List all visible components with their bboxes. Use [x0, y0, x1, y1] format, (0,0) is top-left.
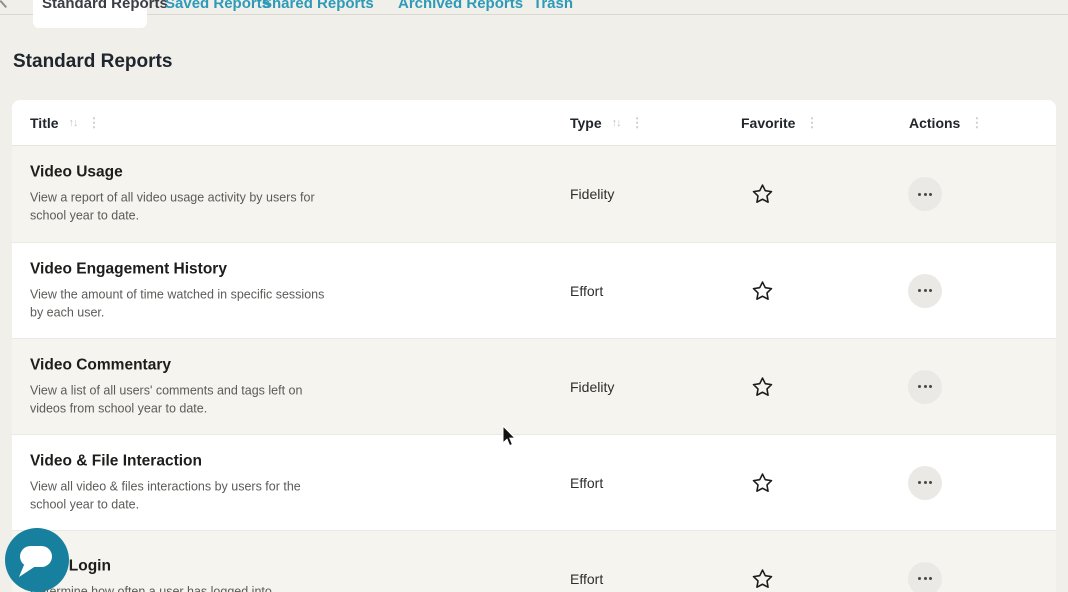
report-info: Video Commentary View a list of all user…	[30, 356, 340, 417]
report-type: Effort	[570, 570, 604, 587]
tab-saved-reports[interactable]: Saved Reports	[165, 0, 270, 14]
tab-trash[interactable]: Trash	[533, 0, 573, 14]
star-outline-icon	[752, 376, 773, 396]
column-menu-icon[interactable]: ⋮	[970, 115, 983, 131]
column-menu-icon[interactable]: ⋮	[805, 115, 818, 131]
chat-bubble-icon	[19, 546, 52, 577]
column-label-title: Title	[30, 115, 59, 131]
standard-reports-page: Standard Reports Saved Reports Shared Re…	[0, 0, 1068, 592]
corner-mark	[0, 0, 8, 8]
favorite-star-button[interactable]	[752, 568, 773, 589]
column-header-title[interactable]: Title ↑↓ ⋮	[30, 100, 101, 146]
report-type: Fidelity	[570, 186, 615, 202]
report-type: Effort	[570, 474, 604, 491]
column-menu-icon[interactable]: ⋮	[88, 115, 101, 131]
report-info: Video Engagement History View the amount…	[30, 260, 340, 321]
report-type: Fidelity	[570, 378, 615, 395]
table-row: Video & File Interaction View all video …	[12, 434, 1056, 530]
table-row: Video Engagement History View the amount…	[12, 242, 1056, 338]
reports-table: Title ↑↓ ⋮ Type ↑↓ ⋮ Favorite ⋮ Actions …	[12, 100, 1056, 592]
row-actions-button[interactable]	[908, 177, 942, 211]
favorite-star-button[interactable]	[752, 184, 773, 205]
table-header: Title ↑↓ ⋮ Type ↑↓ ⋮ Favorite ⋮ Actions …	[12, 100, 1056, 146]
favorite-star-button[interactable]	[752, 376, 773, 397]
row-actions-button[interactable]	[908, 561, 942, 592]
report-description: View all video & files interactions by u…	[30, 479, 301, 511]
tab-standard-reports[interactable]: Standard Reports	[42, 0, 168, 14]
tab-shared-reports[interactable]: Shared Reports	[262, 0, 374, 14]
sort-icon[interactable]: ↑↓	[612, 117, 622, 129]
report-info: Video Usage View a report of all video u…	[30, 164, 340, 225]
tabbar-divider	[0, 14, 1068, 15]
favorite-star-button[interactable]	[752, 280, 773, 301]
column-label-type: Type	[570, 115, 602, 131]
row-actions-button[interactable]	[908, 369, 942, 404]
favorite-star-button[interactable]	[752, 472, 773, 493]
table-row: Video Commentary View a list of all user…	[12, 338, 1056, 434]
column-header-type[interactable]: Type ↑↓ ⋮	[570, 100, 644, 146]
star-outline-icon	[752, 472, 773, 492]
column-label-favorite: Favorite	[741, 115, 796, 131]
report-description: View a report of all video usage activit…	[30, 190, 315, 223]
report-type: Effort	[570, 282, 604, 299]
report-description: View the amount of time watched in speci…	[30, 287, 325, 319]
report-title[interactable]: Video Usage	[30, 164, 340, 182]
chat-launcher-button[interactable]	[5, 528, 69, 592]
sort-icon[interactable]: ↑↓	[69, 117, 79, 129]
star-outline-icon	[752, 184, 773, 203]
row-actions-button[interactable]	[908, 273, 942, 308]
tab-archived-reports[interactable]: Archived Reports	[398, 0, 523, 14]
row-actions-button[interactable]	[908, 465, 942, 500]
report-title[interactable]: Video & File Interaction	[30, 452, 340, 470]
report-description: View a list of all users' comments and t…	[30, 383, 303, 415]
column-header-actions[interactable]: Actions ⋮	[909, 100, 983, 146]
column-label-actions: Actions	[909, 115, 961, 131]
page-title: Standard Reports	[13, 51, 173, 72]
table-row: User Login Determine how often a user ha…	[12, 530, 1056, 592]
star-outline-icon	[752, 280, 773, 300]
table-row: Video Usage View a report of all video u…	[12, 146, 1056, 242]
column-header-favorite[interactable]: Favorite ⋮	[741, 100, 818, 146]
star-outline-icon	[752, 568, 773, 588]
column-menu-icon[interactable]: ⋮	[631, 115, 644, 131]
report-title[interactable]: Video Commentary	[30, 356, 340, 374]
report-info: Video & File Interaction View all video …	[30, 452, 340, 513]
report-title[interactable]: Video Engagement History	[30, 260, 340, 278]
